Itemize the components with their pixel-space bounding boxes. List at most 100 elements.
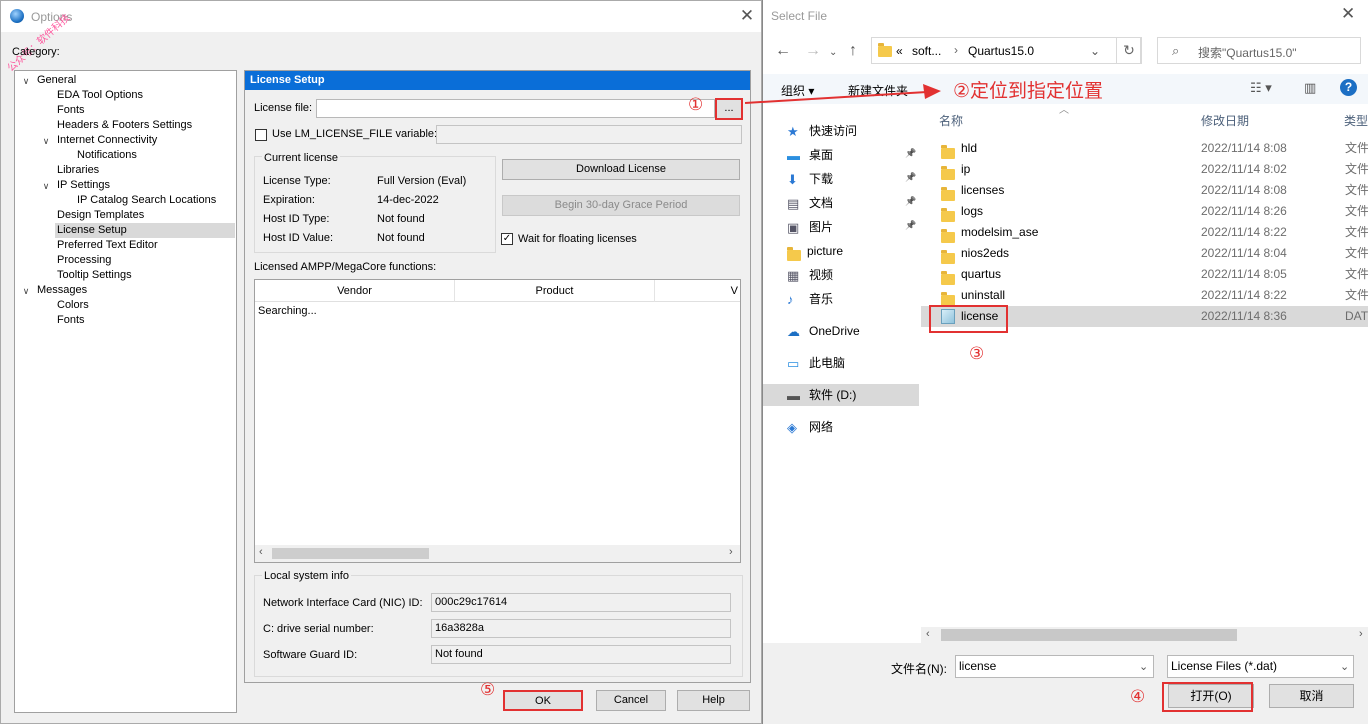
category-tree[interactable]: ∨ General EDA Tool Options Fonts Headers & F… [14,70,237,713]
tree-item[interactable]: IP Catalog Search Locations [77,193,216,208]
file-type-filter[interactable]: License Files (*.dat) [1167,655,1354,678]
file-row[interactable]: quartus 2022/11/14 8:05 文件 [921,264,1368,285]
close-icon[interactable]: ✕ [1341,4,1355,24]
close-icon[interactable]: ✕ [737,6,757,26]
wait-floating-label: Wait for floating licenses [518,233,637,245]
recent-dropdown-icon[interactable]: ⌄ [829,47,837,58]
column-name[interactable]: 名称 [939,112,963,129]
column-vendor[interactable]: Vendor [255,280,455,302]
nav-item[interactable]: picture [787,240,843,262]
file-row[interactable]: logs 2022/11/14 8:26 文件 [921,201,1368,222]
nav-item[interactable]: ⬇ 下载 [787,168,833,190]
breadcrumb-soft[interactable]: soft... [912,44,941,58]
chevron-down-icon[interactable]: ∨ [41,181,51,191]
file-horizontal-scrollbar[interactable]: ‹ › [921,627,1368,643]
nav-item[interactable]: ♪ 音乐 [787,288,833,310]
use-env-checkbox[interactable] [255,129,267,141]
amp-table[interactable]: Vendor Product V Searching... ‹ › [254,279,741,563]
amp-label: Licensed AMPP/MegaCore functions: [254,261,437,273]
back-icon[interactable]: ← [775,42,791,60]
wait-floating-checkbox[interactable]: ✓ [501,233,513,245]
address-bar[interactable]: « soft... › Quartus15.0 ⌄ [871,37,1141,64]
refresh-icon[interactable]: ↻ [1116,37,1142,64]
tree-item[interactable]: Messages [37,283,87,298]
nav-item[interactable]: ▣ 图片 [787,216,833,238]
tree-item[interactable]: Libraries [57,163,99,178]
nav-item-label: 快速访问 [809,124,858,138]
chevron-down-icon[interactable]: ∨ [41,136,51,146]
column-type[interactable]: 类型 [1344,112,1368,129]
nav-item[interactable]: ★ 快速访问 [787,120,857,142]
file-list[interactable]: 名称 修改日期 类型 ︿ hld 2022/11/14 8:08 文件 ip 2022/… [921,104,1368,624]
nav-item-label: 下载 [809,172,834,186]
tree-item[interactable]: Headers & Footers Settings [57,118,192,133]
tree-item[interactable]: Fonts [57,103,85,118]
nav-item[interactable]: ▬ 软件 (D:) [763,384,919,406]
forward-icon[interactable]: → [805,42,821,60]
nav-item-label: 文档 [809,196,834,210]
file-row[interactable]: ip 2022/11/14 8:02 文件 [921,159,1368,180]
help-button[interactable]: Help [677,690,750,711]
cancel-button[interactable]: 取消 [1269,684,1354,708]
view-options-icon[interactable]: ☷ ▾ [1250,80,1272,96]
quartus-app-icon [10,9,24,23]
tree-item[interactable]: License Setup [55,223,235,238]
file-date: 2022/11/14 8:02 [1201,162,1287,176]
chevron-down-icon[interactable]: ⌄ [1340,660,1349,673]
tree-item[interactable]: Preferred Text Editor [57,238,158,253]
nav-item[interactable]: ☁ OneDrive [787,320,860,342]
column-version[interactable]: V [655,280,740,302]
navigation-pane: ★ 快速访问 ▬ 桌面 📌 ⬇ 下载 📌 ▤ 文档 📌 ▣ 图片 📌 picture ▦ 视频 ♪ 音乐 ☁ OneDr… [763,108,919,638]
tree-item[interactable]: IP Settings [57,178,110,193]
file-row[interactable]: hld 2022/11/14 8:08 文件 [921,138,1368,159]
tree-item[interactable]: Tooltip Settings [57,268,132,283]
breadcrumb-prefix[interactable]: « [896,44,903,58]
download-license-button[interactable]: Download License [502,159,740,180]
grace-period-button[interactable]: Begin 30-day Grace Period [502,195,740,216]
nav-item[interactable]: ◈ 网络 [787,416,833,438]
nav-item[interactable]: ▬ 桌面 [787,144,833,166]
file-row[interactable]: uninstall 2022/11/14 8:22 文件 [921,285,1368,306]
tree-item[interactable]: Internet Connectivity [57,133,157,148]
scroll-thumb[interactable] [941,629,1237,641]
preview-pane-icon[interactable]: ▥ [1304,80,1316,96]
chevron-down-icon[interactable]: ⌄ [1090,44,1100,58]
up-icon[interactable]: ↑ [849,42,857,60]
column-date[interactable]: 修改日期 [1201,112,1249,129]
scroll-right-icon[interactable]: › [1359,628,1363,640]
scroll-left-icon[interactable]: ‹ [259,546,263,558]
file-row[interactable]: licenses 2022/11/14 8:08 文件 [921,180,1368,201]
file-name: nios2eds [961,246,1010,260]
filename-input[interactable]: license [955,655,1154,678]
tree-item[interactable]: Design Templates [57,208,144,223]
file-row[interactable]: nios2eds 2022/11/14 8:04 文件 [921,243,1368,264]
scroll-thumb[interactable] [272,548,429,559]
amp-horizontal-scrollbar[interactable]: ‹ › [255,545,740,562]
column-product[interactable]: Product [455,280,655,302]
nav-item[interactable]: ▭ 此电脑 [787,352,845,374]
license-file-input[interactable] [316,99,715,118]
ok-button[interactable]: OK [503,690,583,711]
tree-item[interactable]: EDA Tool Options [57,88,143,103]
chevron-down-icon[interactable]: ∨ [21,286,31,296]
nav-item-label: 音乐 [809,292,834,306]
scroll-right-icon[interactable]: › [729,546,733,558]
browse-license-button[interactable]: ... [715,98,743,120]
tree-item[interactable]: General [37,73,76,88]
chevron-down-icon[interactable]: ∨ [21,76,31,86]
tree-item[interactable]: Fonts [57,313,85,328]
cancel-button[interactable]: Cancel [596,690,666,711]
tree-item[interactable]: Colors [57,298,89,313]
file-row[interactable]: modelsim_ase 2022/11/14 8:22 文件 [921,222,1368,243]
file-date: 2022/11/14 8:08 [1201,183,1287,197]
scroll-left-icon[interactable]: ‹ [926,628,930,640]
search-box[interactable]: ⌕ 搜索"Quartus15.0" [1157,37,1361,64]
tree-item[interactable]: Notifications [77,148,137,163]
breadcrumb-current[interactable]: Quartus15.0 [968,44,1034,58]
help-icon[interactable]: ? [1340,79,1357,96]
tree-item[interactable]: Processing [57,253,111,268]
file-name: quartus [961,267,1002,281]
chevron-down-icon[interactable]: ⌄ [1139,660,1148,673]
nav-item[interactable]: ▦ 视频 [787,264,833,286]
nav-item[interactable]: ▤ 文档 [787,192,833,214]
